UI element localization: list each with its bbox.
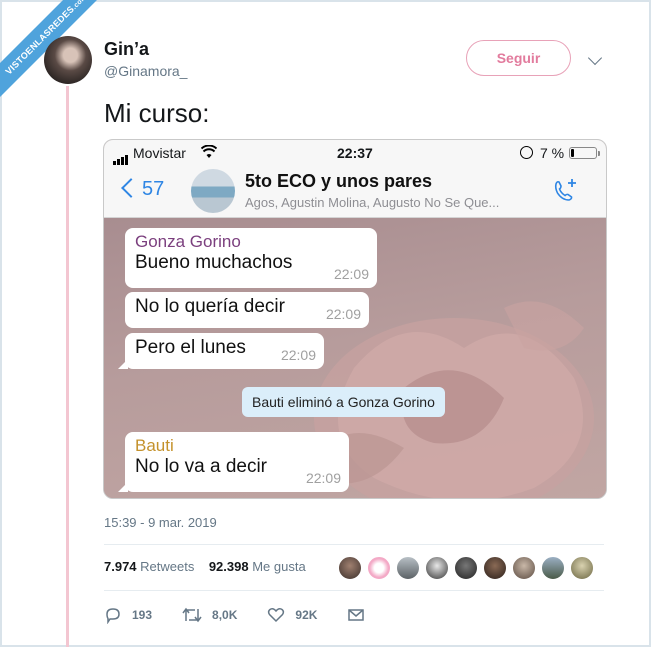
avatar[interactable] (512, 556, 536, 580)
author-name[interactable]: Gin’a (104, 39, 149, 60)
divider (104, 590, 604, 591)
retweet-button[interactable]: 8,0K (182, 606, 237, 624)
wifi-icon (201, 145, 217, 158)
group-avatar (191, 169, 235, 213)
retweets-label[interactable]: Retweets (140, 559, 194, 574)
thread-line (66, 86, 69, 647)
alarm-icon (520, 146, 533, 159)
system-message: Bauti eliminó a Gonza Gorino (242, 387, 445, 417)
retweet-count: 8,0K (212, 608, 238, 622)
message-bubble: Gonza Gorino Bueno muchachos 22:09 (125, 228, 377, 288)
avatar[interactable] (454, 556, 478, 580)
call-add-icon (554, 179, 576, 201)
avatar[interactable] (367, 556, 391, 580)
avatar[interactable] (541, 556, 565, 580)
carrier-name: Movistar (133, 145, 186, 161)
reply-button[interactable]: 193 (104, 606, 152, 624)
reply-count: 193 (132, 608, 153, 622)
message-text: Pero el lunes (135, 337, 246, 358)
chat-header: 57 5to ECO y unos pares Agos, Agustin Mo… (104, 166, 606, 218)
avatar[interactable] (570, 556, 594, 580)
like-count: 92K (295, 608, 318, 622)
group-title: 5to ECO y unos pares (245, 171, 433, 191)
phone-time: 22:37 (337, 145, 373, 161)
message-text: No lo va a decir (135, 456, 268, 477)
author-handle[interactable]: @Ginamora_ (104, 63, 187, 79)
message-time: 22:09 (305, 470, 341, 486)
back-icon (121, 178, 141, 198)
like-button[interactable]: 92K (267, 606, 317, 624)
phone-status-bar: Movistar 22:37 7 % (104, 140, 606, 166)
message-time: 22:09 (325, 306, 361, 322)
message-text: No lo quería decir (135, 296, 285, 317)
retweet-icon (182, 607, 202, 623)
tweet-text: Mi curso: (104, 98, 210, 128)
tweet-stats: 7.974 Retweets 92.398 Me gusta (104, 559, 306, 574)
message-bubble: No lo quería decir 22:09 (125, 292, 369, 328)
watermark-domain: .com (71, 0, 89, 11)
message-sender: Bauti (135, 436, 174, 455)
message-sender: Gonza Gorino (135, 232, 241, 251)
chat-area: Gonza Gorino Bueno muchachos 22:09 No lo… (104, 218, 606, 498)
message-bubble: Pero el lunes 22:09 (118, 333, 324, 369)
heart-icon (268, 608, 285, 623)
message-text: Bueno muchachos (135, 252, 293, 273)
battery-percent: 7 % (540, 145, 565, 161)
chevron-down-icon[interactable] (587, 50, 603, 66)
message-time: 22:09 (280, 347, 316, 363)
message-time: 22:09 (333, 266, 369, 282)
avatar[interactable] (338, 556, 362, 580)
likes-label[interactable]: Me gusta (252, 559, 305, 574)
avatar[interactable] (483, 556, 507, 580)
avatar[interactable] (425, 556, 449, 580)
signal-icon (113, 149, 129, 165)
liker-avatars (338, 556, 594, 580)
mail-icon (348, 609, 365, 621)
attached-screenshot[interactable]: Movistar 22:37 7 % 57 5to ECO y unos par… (103, 139, 607, 499)
message-bubble: Bauti No lo va a decir 22:09 (118, 432, 349, 492)
avatar[interactable] (44, 36, 92, 84)
retweets-count[interactable]: 7.974 (104, 559, 137, 574)
group-members: Agos, Agustin Molina, Augusto No Se Que.… (245, 195, 500, 210)
direct-message-button[interactable] (347, 606, 375, 624)
avatar[interactable] (396, 556, 420, 580)
follow-button[interactable]: Seguir (466, 40, 571, 76)
likes-count[interactable]: 92.398 (209, 559, 249, 574)
tweet-datetime[interactable]: 15:39 - 9 mar. 2019 (104, 515, 217, 530)
back-count: 57 (142, 178, 165, 200)
tweet-actions: 193 8,0K 92K (104, 606, 405, 624)
divider (104, 544, 604, 545)
reply-icon (106, 608, 120, 624)
battery-icon (569, 147, 600, 159)
